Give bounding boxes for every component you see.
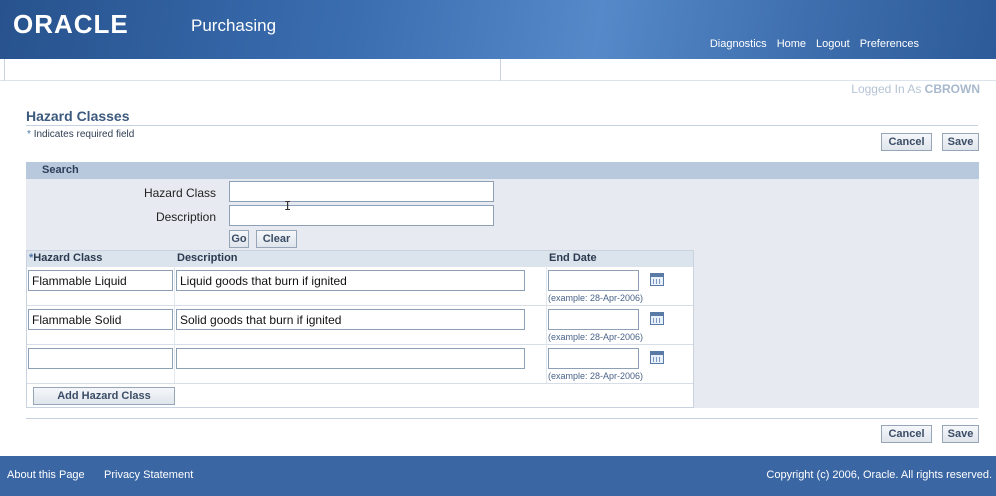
row-divider (27, 305, 693, 306)
page-title: Hazard Classes (26, 108, 130, 124)
username: CBROWN (924, 82, 980, 96)
column-divider (546, 267, 547, 384)
hazard-class-search-input[interactable] (229, 181, 494, 202)
text-cursor-icon: I (284, 199, 292, 213)
header-bar: ORACLE Purchasing Diagnostics Home Logou… (0, 0, 996, 59)
hazard-class-cell-input[interactable] (28, 270, 173, 291)
page: ORACLE Purchasing Diagnostics Home Logou… (0, 0, 996, 496)
hazard-class-cell-input[interactable] (28, 348, 173, 369)
about-this-page-link[interactable]: About this Page (7, 469, 85, 481)
date-format-hint: (example: 28-Apr-2006) (548, 293, 644, 303)
calendar-icon[interactable] (650, 312, 664, 325)
hazard-class-table: *Hazard Class Description End Date (exam… (26, 250, 694, 408)
cancel-button-top[interactable]: Cancel (881, 133, 932, 151)
calendar-icon[interactable] (650, 273, 664, 286)
description-cell-input[interactable] (176, 348, 525, 369)
required-star: * (27, 129, 31, 140)
end-date-cell-input[interactable] (548, 348, 639, 369)
privacy-statement-link[interactable]: Privacy Statement (104, 469, 193, 481)
required-field-note: * Indicates required field (27, 129, 134, 140)
row-divider (27, 383, 693, 384)
column-header-label: Hazard Class (33, 252, 103, 264)
description-search-input[interactable] (229, 205, 494, 226)
footer-bar: About this Page Privacy Statement Copyri… (0, 456, 996, 496)
save-button-top[interactable]: Save (942, 133, 979, 151)
end-date-cell-input[interactable] (548, 270, 639, 291)
description-label: Description (155, 210, 216, 224)
copyright-text: Copyright (c) 2006, Oracle. All rights r… (766, 469, 992, 481)
home-link[interactable]: Home (777, 38, 806, 50)
description-cell-input[interactable] (176, 270, 525, 291)
preferences-link[interactable]: Preferences (860, 38, 919, 50)
app-title: Purchasing (191, 16, 277, 35)
calendar-icon[interactable] (650, 351, 664, 364)
logout-link[interactable]: Logout (816, 38, 850, 50)
column-header-hazard-class[interactable]: *Hazard Class (27, 251, 175, 267)
sub-navigation-bar (0, 59, 996, 81)
column-header-end-date[interactable]: End Date (547, 251, 693, 267)
divider (4, 59, 5, 81)
row-divider (27, 344, 693, 345)
date-format-hint: (example: 28-Apr-2006) (548, 371, 644, 381)
oracle-logo: ORACLE (13, 9, 129, 39)
hazard-class-label: Hazard Class (143, 186, 216, 200)
go-button[interactable]: Go (229, 230, 249, 248)
hazard-class-cell-input[interactable] (28, 309, 173, 330)
title-divider (26, 125, 978, 126)
column-divider (174, 267, 175, 384)
add-hazard-class-button[interactable]: Add Hazard Class (33, 387, 175, 405)
logged-in-prefix: Logged In As (851, 82, 922, 96)
required-note-text: Indicates required field (33, 129, 135, 140)
save-button-bottom[interactable]: Save (942, 425, 979, 443)
description-cell-input[interactable] (176, 309, 525, 330)
cancel-button-bottom[interactable]: Cancel (881, 425, 932, 443)
end-date-cell-input[interactable] (548, 309, 639, 330)
search-heading: Search (26, 162, 979, 179)
column-header-description[interactable]: Description (175, 251, 547, 267)
diagnostics-link[interactable]: Diagnostics (710, 38, 767, 50)
bottom-divider (26, 418, 978, 419)
clear-button[interactable]: Clear (256, 230, 297, 248)
date-format-hint: (example: 28-Apr-2006) (548, 332, 644, 342)
divider (500, 59, 501, 81)
global-links: Diagnostics Home Logout Preferences (710, 38, 919, 50)
logged-in-as: Logged In As CBROWN (851, 82, 980, 96)
